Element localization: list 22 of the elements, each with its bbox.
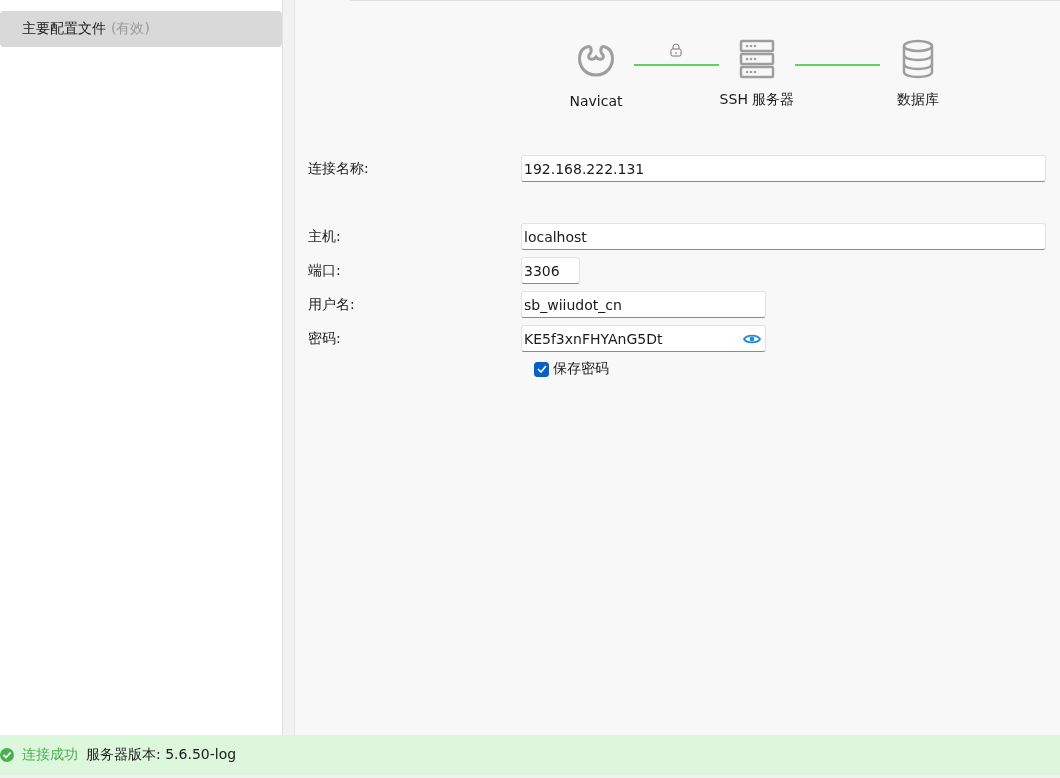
sidebar-item[interactable]: 主要配置文件 (有效) xyxy=(0,11,282,47)
field-label: 用户名: xyxy=(308,295,356,314)
field-label: 端口: xyxy=(308,261,342,280)
database-icon xyxy=(902,39,934,79)
input-field[interactable]: sb_wiiudot_cn xyxy=(521,291,766,318)
node-label: 数据库 xyxy=(897,91,939,109)
check-circle-icon xyxy=(0,748,14,762)
field-label: 主机: xyxy=(308,227,342,246)
checkbox[interactable] xyxy=(534,361,549,377)
input-field[interactable]: localhost xyxy=(521,223,1046,250)
password-field[interactable]: KE5f3xnFHYAnG5Dt xyxy=(521,325,766,352)
field-label: 连接名称: xyxy=(308,159,370,178)
node-label: Navicat xyxy=(569,93,623,109)
input-field[interactable]: 3306 xyxy=(521,257,580,284)
server-icon xyxy=(739,39,775,79)
server-version: 服务器版本: 5.6.50-log xyxy=(86,746,237,764)
status-message: 连接成功 xyxy=(22,746,78,764)
node-label: SSH 服务器 xyxy=(719,91,795,109)
input-field[interactable]: 192.168.222.131 xyxy=(521,155,1046,182)
field-label: 密码: xyxy=(308,329,342,348)
eye-icon[interactable] xyxy=(743,332,761,345)
checkbox-label: 保存密码 xyxy=(553,360,609,378)
